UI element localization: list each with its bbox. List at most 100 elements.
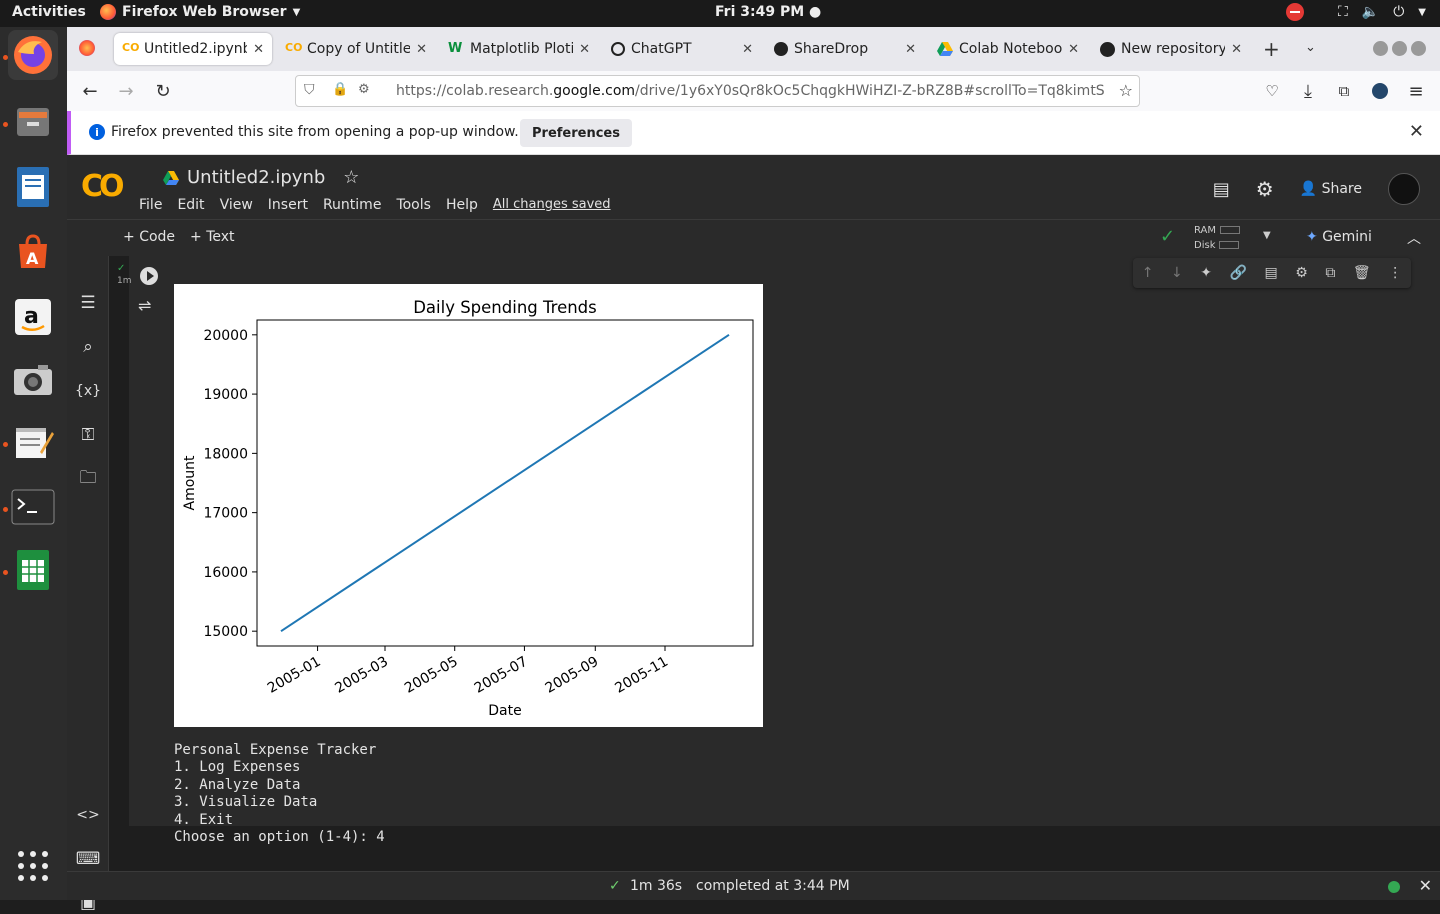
tab-chatgpt[interactable]: ChatGPT ✕ xyxy=(603,33,761,65)
dock-software[interactable]: A xyxy=(8,227,58,277)
star-icon[interactable]: ☆ xyxy=(343,167,359,188)
gemini-button[interactable]: ✦ Gemini xyxy=(1306,229,1372,245)
comment-icon[interactable]: ▤ xyxy=(1265,265,1278,281)
line-chart: Daily Spending Trends 15000 16000 17000 180… xyxy=(182,298,754,719)
close-icon[interactable]: ✕ xyxy=(253,42,264,57)
show-applications-button[interactable] xyxy=(16,849,50,883)
comment-icon[interactable]: ▤ xyxy=(1213,179,1230,200)
delete-icon[interactable]: 🗑 xyxy=(1353,265,1371,281)
gear-icon[interactable]: ⚙ xyxy=(1295,265,1308,281)
dock-firefox[interactable] xyxy=(8,30,58,80)
share-button[interactable]: 👤 Share xyxy=(1300,181,1362,197)
close-icon[interactable]: ✕ xyxy=(1231,42,1242,57)
collapse-icon[interactable]: ︿ xyxy=(1407,228,1421,248)
tab-copy-of-untitled[interactable]: CO Copy of Untitled ✕ xyxy=(277,33,435,65)
variables-icon[interactable]: {x} xyxy=(75,380,101,402)
close-icon[interactable]: ✕ xyxy=(1419,876,1432,895)
account-icon[interactable] xyxy=(1368,79,1392,103)
list-tabs-button[interactable]: ⌄ xyxy=(1305,40,1316,55)
bookmark-star-icon[interactable]: ☆ xyxy=(1114,81,1133,100)
notebook-title[interactable]: Untitled2.ipynb xyxy=(187,167,325,188)
close-icon[interactable]: ✕ xyxy=(579,42,590,57)
dock-writer[interactable] xyxy=(8,162,58,212)
tab-matplotlib[interactable]: W Matplotlib Ploti ✕ xyxy=(440,33,598,65)
system-tray[interactable]: ⛶ 🔈 ⏻ ▼ xyxy=(1285,3,1426,21)
forward-button[interactable]: → xyxy=(114,79,138,103)
menu-tools[interactable]: Tools xyxy=(396,197,431,213)
preferences-button[interactable]: Preferences xyxy=(520,119,632,147)
dock-amazon[interactable]: a xyxy=(8,292,58,342)
tab-sharedrop[interactable]: ShareDrop ✕ xyxy=(766,33,924,65)
close-icon[interactable]: ✕ xyxy=(905,42,916,57)
menu-insert[interactable]: Insert xyxy=(268,197,308,213)
menu-view[interactable]: View xyxy=(220,197,253,213)
avatar[interactable] xyxy=(1388,173,1420,205)
menu-runtime[interactable]: Runtime xyxy=(323,197,381,213)
close-icon[interactable]: ✕ xyxy=(1068,42,1079,57)
y-tick-label: 20000 xyxy=(203,328,248,344)
minimize-button[interactable] xyxy=(1373,41,1388,56)
add-code-button[interactable]: + Code xyxy=(123,229,175,245)
menu-file[interactable]: File xyxy=(139,197,162,213)
pocket-icon[interactable]: ♡ xyxy=(1260,79,1284,103)
lock-icon[interactable]: 🔒 xyxy=(332,82,348,97)
resource-monitor[interactable]: RAM Disk xyxy=(1194,223,1241,253)
shield-icon[interactable]: ⛉ xyxy=(304,82,315,98)
activities-button[interactable]: Activities xyxy=(12,4,86,20)
close-icon[interactable]: ✕ xyxy=(742,42,753,57)
dock-calc[interactable] xyxy=(8,545,58,595)
dock-terminal[interactable] xyxy=(8,482,58,532)
info-icon: i xyxy=(89,124,105,140)
clock[interactable]: Fri 3:49 PM ● xyxy=(715,4,821,20)
downloads-icon[interactable]: ⤓ xyxy=(1296,79,1320,103)
url-bar[interactable]: ⛉ 🔒 ⚙ https://colab.research. google.com /… xyxy=(295,75,1140,107)
elapsed-time[interactable]: 1m 36s xyxy=(630,878,682,894)
new-tab-button[interactable]: + xyxy=(1263,37,1280,61)
tab-untitled2[interactable]: CO Untitled2.ipynb ✕ xyxy=(114,33,272,65)
header-actions: ▤ ⚙ 👤 Share xyxy=(1213,173,1420,205)
save-status[interactable]: All changes saved xyxy=(493,197,611,213)
add-text-button[interactable]: + Text xyxy=(190,229,235,245)
dock-files[interactable] xyxy=(8,97,58,147)
dock-camera[interactable] xyxy=(8,355,58,405)
close-icon[interactable]: ✕ xyxy=(1409,121,1424,142)
output-options-icon[interactable]: ⇌ xyxy=(138,296,151,315)
firefox-window: CO Untitled2.ipynb ✕ CO Copy of Untitled… xyxy=(67,27,1440,913)
firefox-view-icon[interactable] xyxy=(79,40,95,56)
move-up-icon[interactable]: ↑ xyxy=(1142,265,1154,281)
menu-edit[interactable]: Edit xyxy=(177,197,204,213)
extensions-icon[interactable]: ⧉ xyxy=(1332,79,1356,103)
back-button[interactable]: ← xyxy=(78,79,102,103)
volume-icon: 🔈 xyxy=(1361,4,1380,20)
app-menu[interactable]: Firefox Web Browser ▼ xyxy=(100,4,300,20)
key-icon[interactable]: ⚿ xyxy=(77,424,99,446)
more-options-icon[interactable]: ⋮ xyxy=(1388,265,1402,281)
runtime-dropdown-icon[interactable]: ▼ xyxy=(1263,230,1271,241)
sparkle-icon[interactable]: ✦ xyxy=(1200,265,1212,281)
hamburger-menu-icon[interactable]: ≡ xyxy=(1404,79,1428,103)
menu-help[interactable]: Help xyxy=(446,197,478,213)
folder-icon[interactable]: 🗀 xyxy=(77,468,99,490)
stdout-output: Personal Expense Tracker 1. Log Expenses 2… xyxy=(174,742,385,846)
command-palette-icon[interactable]: ⌨ xyxy=(76,848,101,870)
reload-button[interactable]: ↻ xyxy=(151,79,175,103)
y-tick-label: 19000 xyxy=(203,387,248,403)
running-indicator xyxy=(3,55,8,60)
dock-text-editor[interactable] xyxy=(8,417,58,467)
permissions-icon[interactable]: ⚙ xyxy=(358,82,370,97)
link-icon[interactable]: 🔗 xyxy=(1230,265,1247,281)
close-icon[interactable]: ✕ xyxy=(416,42,427,57)
tab-colab-notebook[interactable]: Colab Notebook ✕ xyxy=(929,33,1087,65)
mirror-cell-icon[interactable]: ⧉ xyxy=(1325,265,1335,281)
table-of-contents-icon[interactable]: ☰ xyxy=(77,292,99,314)
do-not-disturb-icon[interactable] xyxy=(1285,3,1304,21)
gear-icon[interactable]: ⚙ xyxy=(1256,177,1274,201)
close-window-button[interactable] xyxy=(1411,41,1426,56)
colab-logo[interactable]: CO xyxy=(81,169,124,204)
maximize-button[interactable] xyxy=(1392,41,1407,56)
move-down-icon[interactable]: ↓ xyxy=(1171,265,1183,281)
search-icon[interactable]: ⌕ xyxy=(77,336,99,358)
tab-new-repository[interactable]: New repository ✕ xyxy=(1092,33,1250,65)
run-cell-button[interactable] xyxy=(140,267,158,285)
code-snippets-icon[interactable]: <> xyxy=(76,804,99,826)
